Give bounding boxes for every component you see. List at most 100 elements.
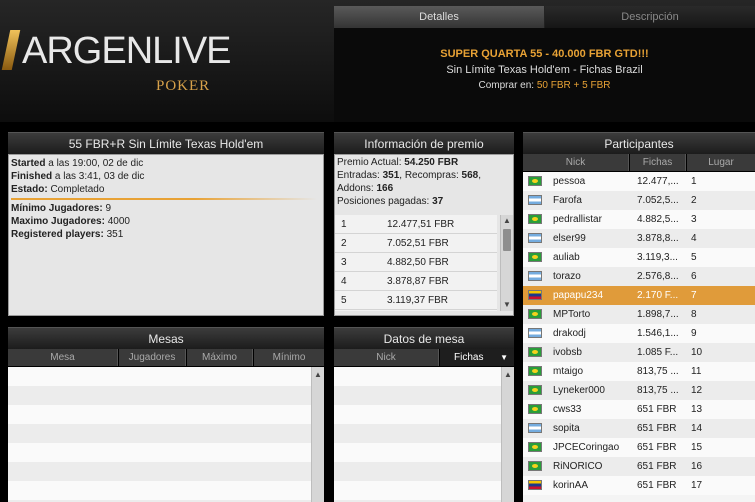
prize-list[interactable]: 1 12.477,51 FBR 2 7.052,51 FBR 3 4.882,50 F… — [335, 215, 497, 311]
table-data-header: Datos de mesa — [334, 327, 514, 349]
finished-line: Finished a las 3:41, 03 de dic — [11, 171, 145, 182]
prize-info-panel: Premio Actual: 54.250 FBR Entradas: 351,… — [334, 154, 514, 316]
list-item — [8, 462, 311, 481]
participant-chips: 813,75 ... — [637, 385, 679, 396]
prize-scrollbar[interactable]: ▲ ▼ — [500, 215, 513, 311]
participant-chips: 651 FBR — [637, 423, 677, 434]
participant-place: 2 — [691, 195, 697, 206]
col-minimo[interactable]: Mínimo — [254, 349, 324, 366]
tables-list[interactable] — [8, 367, 311, 502]
participant-row[interactable]: ivobsb 1.085 F... 10 — [523, 343, 755, 362]
participant-chips: 4.882,5... — [637, 214, 679, 225]
divider — [11, 198, 317, 200]
tab-descripcion[interactable]: Descripción — [545, 6, 755, 28]
col-jugadores[interactable]: Jugadores — [119, 349, 186, 366]
prize-row: 2 7.052,51 FBR — [335, 234, 497, 253]
participant-row[interactable]: RiNORICO 651 FBR 16 — [523, 457, 755, 476]
participant-chips: 2.576,8... — [637, 271, 679, 282]
participant-row[interactable]: sopita 651 FBR 14 — [523, 419, 755, 438]
current-prize-line: Premio Actual: 54.250 FBR — [337, 157, 459, 168]
col-nick[interactable]: Nick — [334, 349, 439, 366]
status-line: Estado: Completado — [11, 184, 105, 195]
list-item — [8, 405, 311, 424]
venezuela-flag-icon — [528, 290, 542, 300]
participant-row[interactable]: Farofa 7.052,5... 2 — [523, 191, 755, 210]
col-fichas-sorted[interactable]: Fichas ▼ — [440, 349, 514, 366]
participant-place: 12 — [691, 385, 703, 396]
participant-place: 3 — [691, 214, 697, 225]
list-item — [8, 443, 311, 462]
buyin-value: 50 FBR + 5 FBR — [536, 80, 611, 91]
participant-chips: 2.170 F... — [637, 290, 679, 301]
list-item — [334, 405, 501, 424]
participant-chips: 12.477,... — [637, 176, 679, 187]
participant-nick: Farofa — [553, 195, 582, 206]
tables-scrollbar[interactable]: ▲ — [311, 367, 324, 502]
participant-row[interactable]: Lyneker000 813,75 ... 12 — [523, 381, 755, 400]
participant-row[interactable]: papapu234 2.170 F... 7 — [523, 286, 755, 305]
participant-nick: papapu234 — [553, 290, 604, 301]
participant-row[interactable]: pessoa 12.477,... 1 — [523, 172, 755, 191]
list-item — [334, 367, 501, 386]
participant-nick: ivobsb — [553, 347, 582, 358]
participant-row[interactable]: auliab 3.119,3... 5 — [523, 248, 755, 267]
scroll-down-icon[interactable]: ▼ — [501, 299, 513, 311]
participant-nick: drakodj — [553, 328, 586, 339]
tournament-info-header: 55 FBR+R Sin Límite Texas Hold'em — [8, 132, 324, 154]
participant-row[interactable]: mtaigo 813,75 ... 11 — [523, 362, 755, 381]
participant-place: 7 — [691, 290, 697, 301]
max-players-line: Maximo Jugadores: 4000 — [11, 216, 130, 227]
col-participant-fichas[interactable]: Fichas — [630, 154, 686, 171]
participant-nick: torazo — [553, 271, 581, 282]
scroll-up-icon[interactable]: ▲ — [501, 215, 513, 227]
brazil-flag-icon — [528, 214, 542, 224]
participant-place: 10 — [691, 347, 703, 358]
table-data-scrollbar[interactable]: ▲ — [501, 367, 514, 502]
list-item — [334, 481, 501, 500]
brazil-flag-icon — [528, 404, 542, 414]
participant-row[interactable]: MPTorto 1.898,7... 8 — [523, 305, 755, 324]
participant-row[interactable]: korinAA 651 FBR 17 — [523, 476, 755, 495]
brazil-flag-icon — [528, 252, 542, 262]
participant-row[interactable]: elser99 3.878,8... 4 — [523, 229, 755, 248]
list-item — [334, 424, 501, 443]
participant-chips: 3.878,8... — [637, 233, 679, 244]
participant-row[interactable]: JPCECoringao 651 FBR 15 — [523, 438, 755, 457]
participant-place: 4 — [691, 233, 697, 244]
table-data-list[interactable] — [334, 367, 501, 502]
participants-list[interactable]: pessoa 12.477,... 1 Farofa 7.052,5... 2 pedral… — [523, 172, 755, 502]
brazil-flag-icon — [528, 442, 542, 452]
participant-chips: 651 FBR — [637, 442, 677, 453]
participant-chips: 1.085 F... — [637, 347, 679, 358]
participant-row[interactable]: torazo 2.576,8... 6 — [523, 267, 755, 286]
tab-detalles[interactable]: Detalles — [334, 6, 544, 28]
list-item — [8, 481, 311, 500]
participant-nick: JPCECoringao — [553, 442, 620, 453]
details-tabs: Detalles Descripción — [334, 6, 755, 28]
participant-chips: 3.119,3... — [637, 252, 678, 263]
participant-nick: cws33 — [553, 404, 582, 415]
col-maximo[interactable]: Máximo — [187, 349, 253, 366]
paid-positions-line: Posiciones pagadas: 37 — [337, 196, 444, 207]
participant-row[interactable]: cws33 651 FBR 13 — [523, 400, 755, 419]
prize-info-header: Información de premio — [334, 132, 514, 154]
col-participant-lugar[interactable]: Lugar — [687, 154, 755, 171]
prize-row: 1 12.477,51 FBR — [335, 215, 497, 234]
brand-sub: POKER — [156, 78, 211, 94]
participant-chips: 813,75 ... — [637, 366, 679, 377]
tournament-name: SUPER QUARTA 55 - 40.000 FBR GTD!!! — [440, 48, 649, 60]
col-participant-nick[interactable]: Nick — [523, 154, 629, 171]
col-mesa[interactable]: Mesa — [8, 349, 118, 366]
argentina-flag-icon — [528, 195, 542, 205]
started-line: Started a las 19:00, 02 de dic — [11, 158, 144, 169]
scroll-thumb[interactable] — [503, 229, 511, 251]
participant-nick: elser99 — [553, 233, 586, 244]
scroll-up-icon[interactable]: ▲ — [502, 369, 514, 381]
list-item — [334, 386, 501, 405]
logo-slash-icon — [1, 30, 21, 70]
scroll-up-icon[interactable]: ▲ — [312, 369, 324, 381]
participant-chips: 651 FBR — [637, 461, 677, 472]
participant-row[interactable]: drakodj 1.546,1... 9 — [523, 324, 755, 343]
participant-row[interactable]: pedrallistar 4.882,5... 3 — [523, 210, 755, 229]
brazil-flag-icon — [528, 385, 542, 395]
